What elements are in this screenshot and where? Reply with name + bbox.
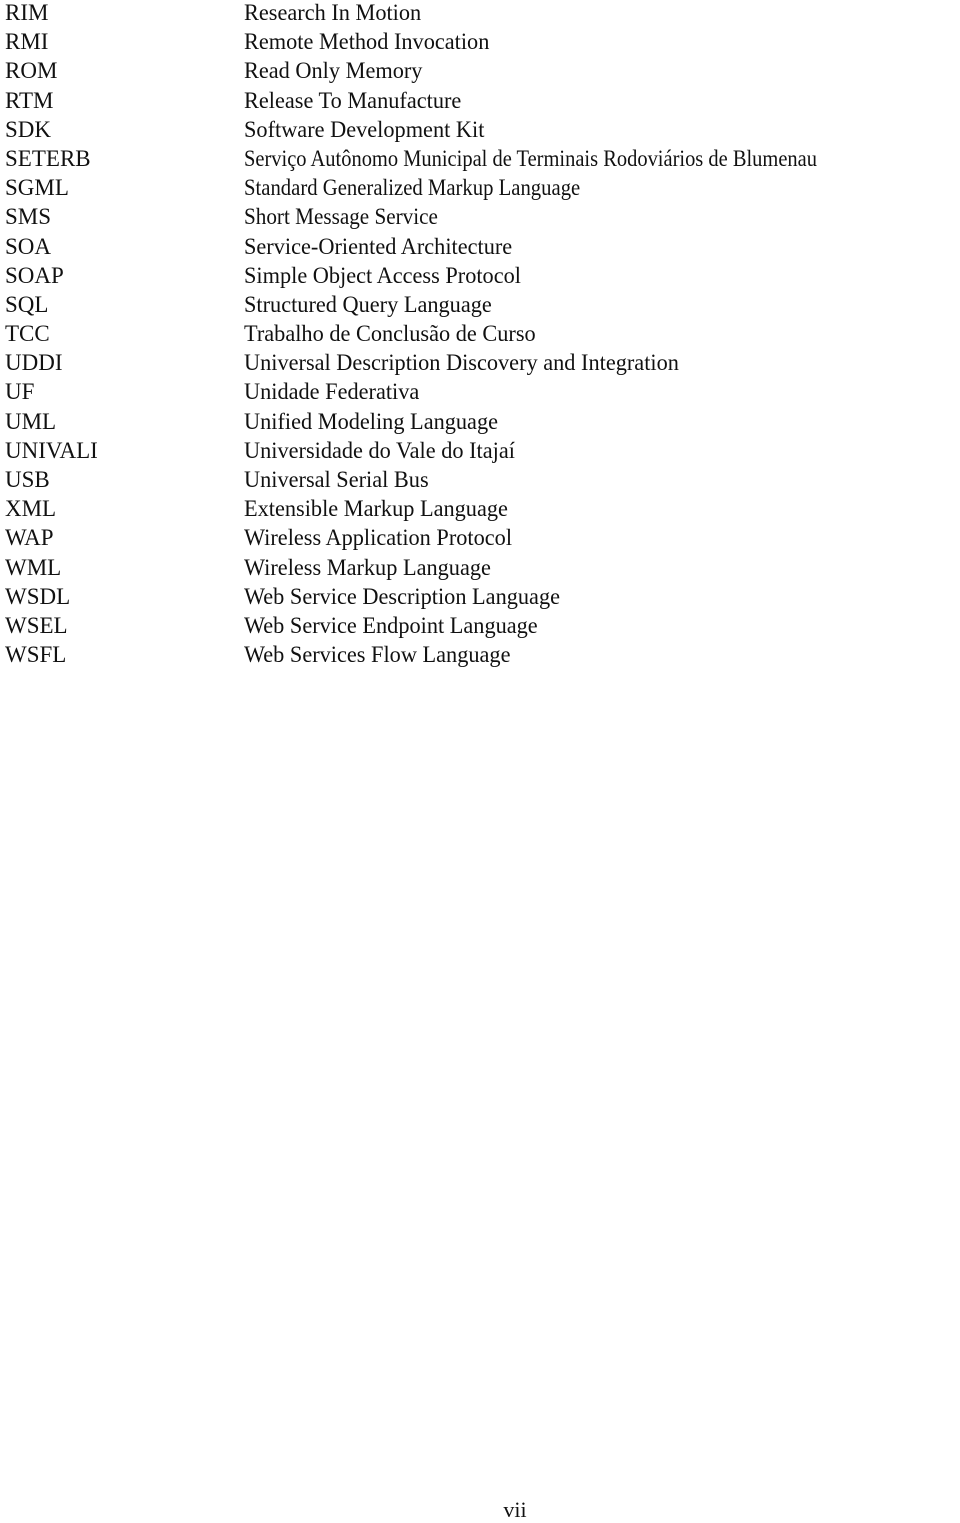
abbreviation-term: UDDI bbox=[5, 350, 63, 376]
abbreviation-row: UF Unidade Federativa bbox=[5, 377, 888, 406]
abbreviation-definition: Structured Query Language bbox=[244, 291, 492, 317]
abbreviation-definition: Universal Description Discovery and Inte… bbox=[244, 350, 679, 376]
abbreviation-definition: Read Only Memory bbox=[244, 58, 423, 84]
abbreviation-row: WML Wireless Markup Language bbox=[5, 553, 888, 582]
abbreviation-term: SMS bbox=[5, 204, 52, 230]
abbreviation-definition: Web Service Description Language bbox=[244, 583, 561, 609]
abbreviation-term: WSFL bbox=[5, 642, 67, 668]
abbreviation-definition: Service-Oriented Architecture bbox=[244, 233, 513, 259]
abbreviation-list: RIM Research In Motion RMI Remote Method I… bbox=[5, 0, 888, 669]
abbreviation-definition: Release To Manufacture bbox=[244, 87, 462, 113]
abbreviation-row: WSDL Web Service Description Language bbox=[5, 582, 888, 611]
abbreviation-term: WSEL bbox=[5, 612, 68, 638]
abbreviation-term: SDK bbox=[5, 116, 52, 142]
abbreviation-row: RTM Release To Manufacture bbox=[5, 86, 888, 115]
abbreviation-definition: Short Message Service bbox=[244, 204, 438, 230]
abbreviation-definition: Simple Object Access Protocol bbox=[244, 262, 521, 288]
abbreviation-row: ROM Read Only Memory bbox=[5, 56, 888, 85]
abbreviation-term: SOA bbox=[5, 233, 52, 259]
abbreviation-definition: Standard Generalized Markup Language bbox=[244, 175, 581, 201]
abbreviation-definition: Unidade Federativa bbox=[244, 379, 420, 405]
abbreviation-definition: Wireless Markup Language bbox=[244, 554, 491, 580]
abbreviation-definition: Research In Motion bbox=[244, 0, 422, 25]
abbreviation-term: SGML bbox=[5, 175, 69, 201]
abbreviation-row: SETERB Serviço Autônomo Municipal de Term… bbox=[5, 144, 888, 173]
abbreviation-term: WSDL bbox=[5, 583, 71, 609]
abbreviation-term: TCC bbox=[5, 321, 50, 347]
abbreviation-row: XML Extensible Markup Language bbox=[5, 494, 888, 523]
abbreviation-term: RTM bbox=[5, 87, 54, 113]
abbreviation-definition: Wireless Application Protocol bbox=[244, 525, 513, 551]
abbreviation-row: SOA Service-Oriented Architecture bbox=[5, 232, 888, 261]
abbreviation-definition: Serviço Autônomo Municipal de Terminais … bbox=[244, 145, 817, 171]
abbreviation-row: USB Universal Serial Bus bbox=[5, 465, 888, 494]
abbreviation-row: UNIVALI Universidade do Vale do Itajaí bbox=[5, 436, 888, 465]
abbreviation-row: RMI Remote Method Invocation bbox=[5, 27, 888, 56]
abbreviation-term: UML bbox=[5, 408, 57, 434]
abbreviation-term: SQL bbox=[5, 291, 49, 317]
abbreviation-term: SOAP bbox=[5, 262, 64, 288]
abbreviation-row: WSFL Web Services Flow Language bbox=[5, 640, 888, 669]
abbreviation-term: ROM bbox=[5, 58, 58, 84]
abbreviation-definition: Web Services Flow Language bbox=[244, 642, 511, 668]
abbreviation-row: WAP Wireless Application Protocol bbox=[5, 523, 888, 552]
abbreviation-term: RIM bbox=[5, 0, 49, 25]
abbreviation-definition: Extensible Markup Language bbox=[244, 496, 508, 522]
abbreviation-term: WAP bbox=[5, 525, 54, 551]
abbreviation-row: WSEL Web Service Endpoint Language bbox=[5, 611, 888, 640]
abbreviation-definition: Trabalho de Conclusão de Curso bbox=[244, 321, 536, 347]
abbreviation-term: UF bbox=[5, 379, 35, 405]
abbreviation-term: SETERB bbox=[5, 145, 91, 171]
abbreviation-definition: Universal Serial Bus bbox=[244, 467, 429, 492]
abbreviation-row: SOAP Simple Object Access Protocol bbox=[5, 261, 888, 290]
abbreviation-definition: Web Service Endpoint Language bbox=[244, 612, 538, 638]
abbreviation-row: SMS Short Message Service bbox=[5, 202, 888, 231]
abbreviation-row: SQL Structured Query Language bbox=[5, 290, 888, 319]
page-number: vii bbox=[503, 1497, 527, 1522]
abbreviation-term: WML bbox=[5, 554, 62, 580]
abbreviation-definition: Software Development Kit bbox=[244, 116, 485, 142]
abbreviation-row: RIM Research In Motion bbox=[5, 0, 888, 27]
abbreviation-row: TCC Trabalho de Conclusão de Curso bbox=[5, 319, 888, 348]
abbreviation-term: USB bbox=[5, 467, 50, 492]
abbreviation-definition: Remote Method Invocation bbox=[244, 29, 490, 55]
abbreviation-definition: Unified Modeling Language bbox=[244, 408, 499, 434]
abbreviation-term: UNIVALI bbox=[5, 437, 98, 463]
abbreviation-row: UML Unified Modeling Language bbox=[5, 407, 888, 436]
abbreviation-row: SGML Standard Generalized Markup Language bbox=[5, 173, 888, 202]
abbreviation-row: UDDI Universal Description Discovery and … bbox=[5, 348, 888, 377]
abbreviation-row: SDK Software Development Kit bbox=[5, 115, 888, 144]
abbreviation-definition: Universidade do Vale do Itajaí bbox=[244, 437, 515, 463]
abbreviation-term: RMI bbox=[5, 29, 49, 55]
abbreviation-term: XML bbox=[5, 496, 57, 522]
